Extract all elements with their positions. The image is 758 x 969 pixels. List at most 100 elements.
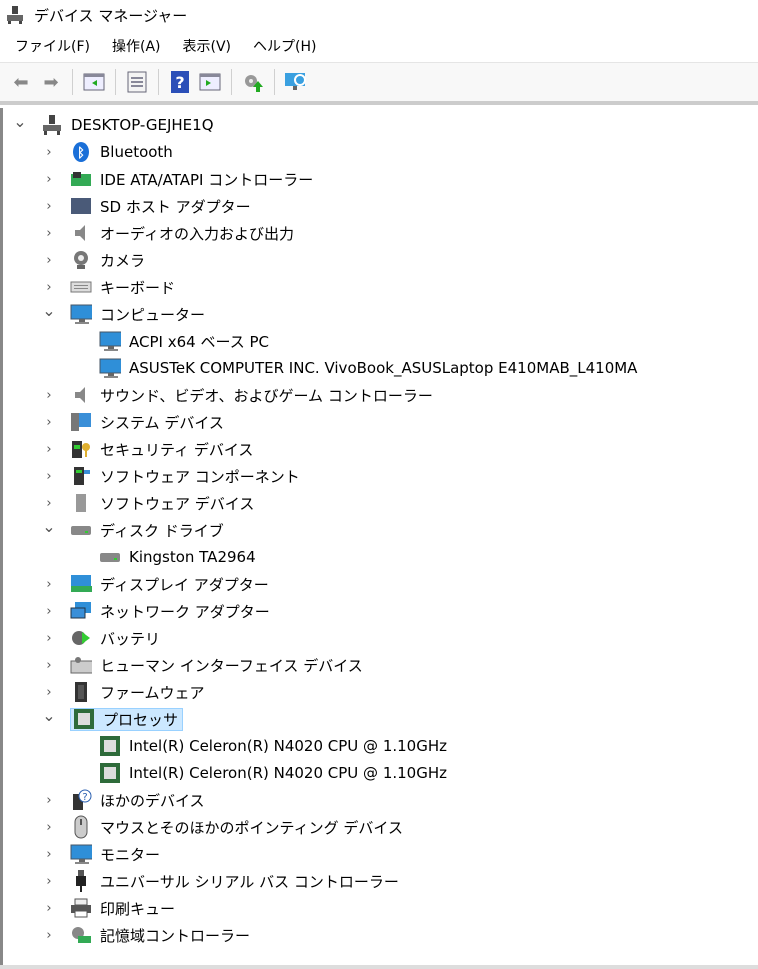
chevron-down-icon[interactable]: ⌄ <box>42 301 56 320</box>
tree-category[interactable]: › ユニバーサル シリアル バス コントローラー <box>46 868 399 894</box>
tree-category[interactable]: › ファームウェア <box>46 679 205 705</box>
back-icon[interactable]: ⬅ <box>8 69 34 95</box>
toolbar: ⬅ ➡ ? <box>0 63 758 105</box>
tree-category[interactable]: › カメラ <box>46 247 145 273</box>
storage-icon <box>70 925 92 945</box>
chevron-right-icon[interactable]: › <box>42 442 56 457</box>
tree-category[interactable]: ⌄ プロセッサ <box>42 706 184 732</box>
chevron-right-icon[interactable]: › <box>42 145 56 160</box>
tree-category[interactable]: › ᛒ Bluetooth <box>46 139 173 165</box>
tree-category[interactable]: › 記憶域コントローラー <box>46 922 251 948</box>
chevron-right-icon[interactable]: › <box>42 280 56 295</box>
tree-item-label: Bluetooth <box>100 143 173 161</box>
tree-item-label: ACPI x64 ベース PC <box>129 332 269 351</box>
chevron-right-icon[interactable]: › <box>42 658 56 673</box>
chevron-right-icon[interactable]: › <box>42 469 56 484</box>
tree-device[interactable]: ASUSTeK COMPUTER INC. VivoBook_ASUSLapto… <box>99 355 637 381</box>
tree-category[interactable]: › IDE ATA/ATAPI コントローラー <box>46 166 314 192</box>
chevron-right-icon[interactable]: › <box>42 604 56 619</box>
tree-item-label: Kingston TA2964 <box>129 548 256 566</box>
chevron-right-icon[interactable]: › <box>42 496 56 511</box>
tree-item-label: 記憶域コントローラー <box>100 926 251 945</box>
help-icon[interactable]: ? <box>167 69 193 95</box>
menu-view[interactable]: 表示(V) <box>172 36 243 56</box>
tree-category[interactable]: ⌄ ディスク ドライブ <box>42 517 224 543</box>
tree-category[interactable]: › 印刷キュー <box>46 895 175 921</box>
tree-item-label: コンピューター <box>100 305 206 324</box>
toolbar-separator <box>115 69 116 95</box>
tree-device[interactable]: Intel(R) Celeron(R) N4020 CPU @ 1.10GHz <box>99 760 447 786</box>
forward-icon[interactable]: ➡ <box>38 69 64 95</box>
show-hide-console-tree-icon[interactable] <box>81 69 107 95</box>
tree-category[interactable]: › マウスとそのほかのポインティング デバイス <box>46 814 403 840</box>
chevron-right-icon[interactable]: › <box>42 631 56 646</box>
tree-category[interactable]: › セキュリティ デバイス <box>46 436 253 462</box>
monitor-icon <box>70 844 92 864</box>
monitor-icon <box>99 358 121 378</box>
tree-category[interactable]: › システム デバイス <box>46 409 224 435</box>
tree-item-label: ディスク ドライブ <box>100 521 224 540</box>
scan-hardware-icon[interactable] <box>283 69 309 95</box>
tree-category[interactable]: › ネットワーク アダプター <box>46 598 270 624</box>
disk-icon <box>99 547 121 567</box>
chevron-right-icon[interactable]: › <box>42 226 56 241</box>
tree-category[interactable]: › サウンド、ビデオ、およびゲーム コントローラー <box>46 382 432 408</box>
update-driver-icon[interactable] <box>240 69 266 95</box>
tree-category[interactable]: › SD ホスト アダプター <box>46 193 250 219</box>
chevron-right-icon[interactable]: › <box>42 577 56 592</box>
chevron-down-icon[interactable]: ⌄ <box>42 517 56 536</box>
tree-category[interactable]: › ソフトウェア デバイス <box>46 490 254 516</box>
software-component-icon <box>70 466 92 486</box>
tree-item-label: プロセッサ <box>103 710 179 729</box>
tree-category[interactable]: › ディスプレイ アダプター <box>46 571 269 597</box>
chevron-right-icon[interactable]: › <box>42 793 56 808</box>
menu-action[interactable]: 操作(A) <box>101 36 172 56</box>
chevron-right-icon[interactable]: › <box>42 199 56 214</box>
tree-item-label: ASUSTeK COMPUTER INC. VivoBook_ASUSLapto… <box>129 359 638 377</box>
tree-device[interactable]: ACPI x64 ベース PC <box>99 328 269 354</box>
tree-device[interactable]: Kingston TA2964 <box>99 544 256 570</box>
properties-icon[interactable] <box>124 69 150 95</box>
tree-item-label: ディスプレイ アダプター <box>100 575 269 594</box>
tree-category[interactable]: › バッテリ <box>46 625 161 651</box>
chevron-right-icon[interactable]: › <box>42 901 56 916</box>
tree-root[interactable]: ⌄ DESKTOP-GEJHE1Q <box>13 112 214 138</box>
chevron-right-icon[interactable]: › <box>42 253 56 268</box>
tree-item-label: オーディオの入力および出力 <box>100 224 294 243</box>
chevron-right-icon[interactable]: › <box>42 388 56 403</box>
computer-root-icon <box>41 115 63 135</box>
usb-icon <box>70 870 92 892</box>
chevron-right-icon[interactable]: › <box>42 820 56 835</box>
chevron-right-icon[interactable]: › <box>42 172 56 187</box>
other-icon: ? <box>70 789 92 810</box>
tree-item-label: DESKTOP-GEJHE1Q <box>71 116 214 134</box>
tree-category[interactable]: ⌄ コンピューター <box>42 301 206 327</box>
chevron-down-icon[interactable]: ⌄ <box>13 112 27 131</box>
tree-category[interactable]: › キーボード <box>46 274 175 300</box>
chevron-right-icon[interactable]: › <box>42 928 56 943</box>
tree-device[interactable]: Intel(R) Celeron(R) N4020 CPU @ 1.10GHz <box>99 733 447 759</box>
menu-bar: ファイル(F) 操作(A) 表示(V) ヘルプ(H) <box>0 30 758 63</box>
cpu-icon <box>99 763 121 783</box>
tree-category[interactable]: ›? ほかのデバイス <box>46 787 205 813</box>
chevron-right-icon[interactable]: › <box>42 685 56 700</box>
chevron-right-icon[interactable]: › <box>42 874 56 889</box>
tree-item-label: ほかのデバイス <box>100 791 205 810</box>
tree-category[interactable]: › オーディオの入力および出力 <box>46 220 294 246</box>
chevron-down-icon[interactable]: ⌄ <box>42 706 56 725</box>
tree-category[interactable]: › モニター <box>46 841 160 867</box>
tree-category[interactable]: › ソフトウェア コンポーネント <box>46 463 300 489</box>
action-pane-icon[interactable] <box>197 69 223 95</box>
tree-category[interactable]: › ヒューマン インターフェイス デバイス <box>46 652 362 678</box>
tree-item-label: システム デバイス <box>100 413 224 432</box>
chevron-right-icon[interactable]: › <box>42 415 56 430</box>
device-tree[interactable]: ⌄ DESKTOP-GEJHE1Q › ᛒ Bluetooth › IDE ATA/ATAP… <box>0 108 758 965</box>
tree-item-label: IDE ATA/ATAPI コントローラー <box>100 170 314 189</box>
security-icon <box>70 439 92 459</box>
disk-icon <box>70 520 92 540</box>
menu-help[interactable]: ヘルプ(H) <box>242 36 327 56</box>
tree-item-label: マウスとそのほかのポインティング デバイス <box>100 818 403 837</box>
menu-file[interactable]: ファイル(F) <box>4 36 101 56</box>
chevron-right-icon[interactable]: › <box>42 847 56 862</box>
tree-item-label: バッテリ <box>100 629 161 648</box>
